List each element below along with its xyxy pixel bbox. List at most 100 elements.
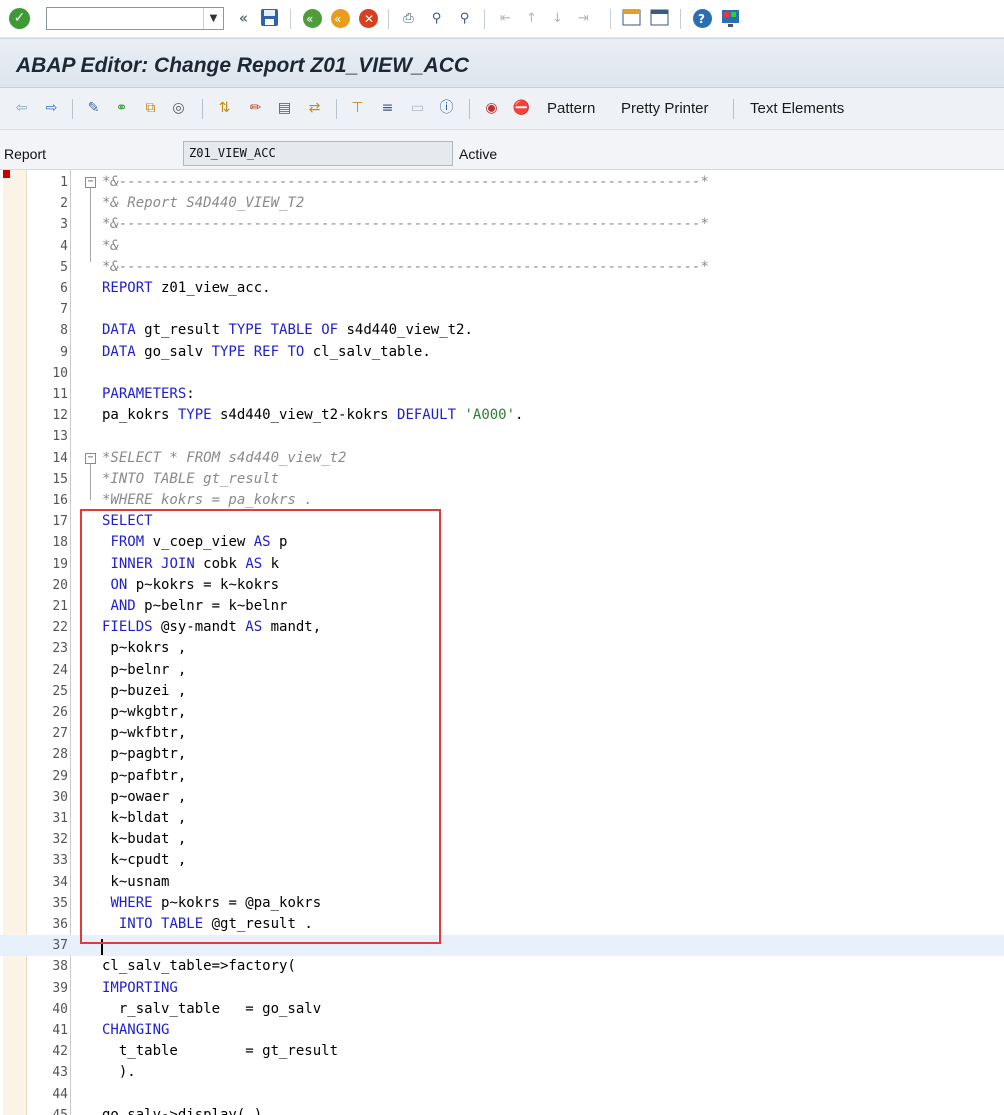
code-line[interactable]: 39 IMPORTING (0, 978, 1004, 999)
code-line[interactable]: 9 DATA go_salv TYPE REF TO cl_salv_table. (0, 342, 1004, 363)
code-line[interactable]: 14 − *SELECT * FROM s4d440_view_t2 (0, 448, 1004, 469)
pattern-button[interactable]: Pattern (547, 99, 595, 119)
code-line[interactable]: 4 *& (0, 236, 1004, 257)
display-list-icon[interactable]: ≡ (377, 98, 398, 119)
code-line[interactable]: 30 p~owaer , (0, 787, 1004, 808)
last-page-icon[interactable]: ⇥ (573, 8, 594, 29)
text-elements-button[interactable]: Text Elements (750, 99, 844, 119)
back-icon[interactable]: « (302, 8, 323, 29)
check-syntax-icon[interactable]: ◎ (168, 98, 189, 119)
code-line[interactable]: 45 go_salv->display( ). (0, 1105, 1004, 1115)
pretty-printer-button[interactable]: Pretty Printer (621, 99, 709, 119)
code-line[interactable]: 38 cl_salv_table=>factory( (0, 956, 1004, 977)
code-line[interactable]: 32 k~budat , (0, 829, 1004, 850)
code-line[interactable]: 40 r_salv_table = go_salv (0, 999, 1004, 1020)
help-icon[interactable]: ? (692, 8, 713, 29)
code-line[interactable]: 7 (0, 299, 1004, 320)
code-line[interactable]: 8 DATA gt_result TYPE TABLE OF s4d440_vie… (0, 320, 1004, 341)
code-line[interactable]: 17 SELECT (0, 511, 1004, 532)
previous-page-icon[interactable]: ↑ (521, 8, 542, 29)
code-line[interactable]: 42 t_table = gt_result (0, 1041, 1004, 1062)
check-icon[interactable]: ✓ (9, 8, 30, 29)
code-line[interactable]: 15 *INTO TABLE gt_result (0, 469, 1004, 490)
code-line[interactable]: 44 (0, 1084, 1004, 1105)
code-line[interactable]: 35 WHERE p~kokrs = @pa_kokrs (0, 893, 1004, 914)
info-icon[interactable]: ⓘ (436, 98, 457, 119)
customize-icon[interactable] (720, 8, 741, 29)
find-next-icon[interactable]: ⚲ (454, 8, 475, 29)
where-used-icon[interactable]: ▤ (274, 98, 295, 119)
code-line[interactable]: 34 k~usnam (0, 872, 1004, 893)
fullscreen-icon[interactable]: ▭ (407, 98, 428, 119)
code-line[interactable]: 25 p~buzei , (0, 681, 1004, 702)
code-line[interactable]: 16 *WHERE kokrs = pa_kokrs . (0, 490, 1004, 511)
collapse-block-icon[interactable]: − (85, 177, 96, 188)
line-number: 30 (52, 789, 68, 805)
code-line[interactable]: 31 k~bldat , (0, 808, 1004, 829)
print-icon[interactable]: ⎙ (398, 8, 419, 29)
find-icon[interactable]: ⚲ (426, 8, 447, 29)
code-line[interactable]: 37 (0, 935, 1004, 957)
code-editor[interactable]: 1− *&------------------------------------… (0, 170, 1004, 1115)
code-line[interactable]: 28 p~pagbtr, (0, 744, 1004, 765)
code-line[interactable]: 20 ON p~kokrs = k~kokrs (0, 575, 1004, 596)
code-line[interactable]: 33 k~cpudt , (0, 850, 1004, 871)
code-line[interactable]: 43 ). (0, 1062, 1004, 1083)
object-list-icon[interactable]: ⊤ (347, 98, 368, 119)
code-text: *SELECT * FROM s4d440_view_t2 (102, 449, 347, 466)
code-text: p~pafbtr, (102, 767, 187, 784)
code-line[interactable]: 24 p~belnr , (0, 660, 1004, 681)
navigation-icon[interactable]: ⇄ (304, 98, 325, 119)
code-line[interactable]: 41 CHANGING (0, 1020, 1004, 1041)
code-text: r_salv_table = go_salv (102, 1000, 322, 1017)
stop-icon[interactable]: ⛔ (511, 98, 532, 119)
code-line[interactable]: 11 PARAMETERS: (0, 384, 1004, 405)
code-line[interactable]: 21 AND p~belnr = k~belnr (0, 596, 1004, 617)
code-line[interactable]: 2 *& Report S4D440_VIEW_T2 (0, 193, 1004, 214)
back-arrow-icon[interactable]: ⇦ (11, 98, 32, 119)
code-text: p~wkgbtr, (102, 704, 187, 720)
breakpoint-icon[interactable]: ◉ (481, 98, 502, 119)
line-number: 45 (27, 1105, 68, 1115)
code-line[interactable]: 27 p~wkfbtr, (0, 723, 1004, 744)
code-line[interactable]: 10 (0, 363, 1004, 384)
code-line[interactable]: 18 FROM v_coep_view AS p (0, 532, 1004, 553)
next-page-icon[interactable]: ↓ (547, 8, 568, 29)
new-session-icon[interactable] (621, 8, 642, 29)
code-line[interactable]: 12 pa_kokrs TYPE s4d440_view_t2-kokrs DEF… (0, 405, 1004, 426)
code-line[interactable]: 6 REPORT z01_view_acc. (0, 278, 1004, 299)
shortcut-icon[interactable] (649, 8, 670, 29)
first-page-icon[interactable]: ⇤ (495, 8, 516, 29)
chevron-down-icon[interactable]: ▼ (203, 8, 223, 29)
code-line[interactable]: 13 (0, 426, 1004, 447)
code-line[interactable]: 19 INNER JOIN cobk AS k (0, 554, 1004, 575)
code-line[interactable]: 22 FIELDS @sy-mandt AS mandt, (0, 617, 1004, 638)
other-object-icon[interactable]: ⧉ (140, 98, 161, 119)
collapse-block-icon[interactable]: − (85, 452, 96, 464)
test-icon[interactable]: ✏ (245, 98, 266, 119)
cancel-icon[interactable]: ✕ (358, 8, 379, 29)
line-number: 15 (52, 471, 68, 487)
command-field[interactable]: ▼ (46, 7, 224, 30)
collapse-icon[interactable]: « (233, 8, 254, 29)
activate-icon[interactable]: ⇅ (214, 98, 235, 119)
code-line[interactable]: 3 *&-------------------------------------… (0, 214, 1004, 235)
code-text: FROM v_coep_view AS p (110, 534, 288, 551)
forward-arrow-icon[interactable]: ⇨ (41, 98, 62, 119)
code-line[interactable]: 23 p~kokrs , (0, 638, 1004, 659)
code-line[interactable]: 5 *&-------------------------------------… (0, 257, 1004, 278)
line-number: 22 (52, 620, 68, 636)
line-number: 40 (52, 1001, 68, 1017)
exit-icon[interactable]: « (330, 8, 351, 29)
svg-text:?: ? (698, 12, 705, 26)
display-change-icon[interactable]: ✎ (83, 98, 104, 119)
save-icon[interactable] (259, 8, 280, 29)
code-line[interactable]: 36 INTO TABLE @gt_result . (0, 914, 1004, 935)
code-line[interactable]: 1 − *&------------------------------------… (0, 172, 1004, 193)
active-inactive-icon[interactable]: ⚭ (111, 98, 132, 119)
text-cursor (101, 939, 103, 956)
line-number: 23 (52, 641, 68, 657)
code-line[interactable]: 26 p~wkgbtr, (0, 702, 1004, 723)
code-line[interactable]: 29 p~pafbtr, (0, 766, 1004, 787)
code-text: SELECT (102, 513, 153, 530)
